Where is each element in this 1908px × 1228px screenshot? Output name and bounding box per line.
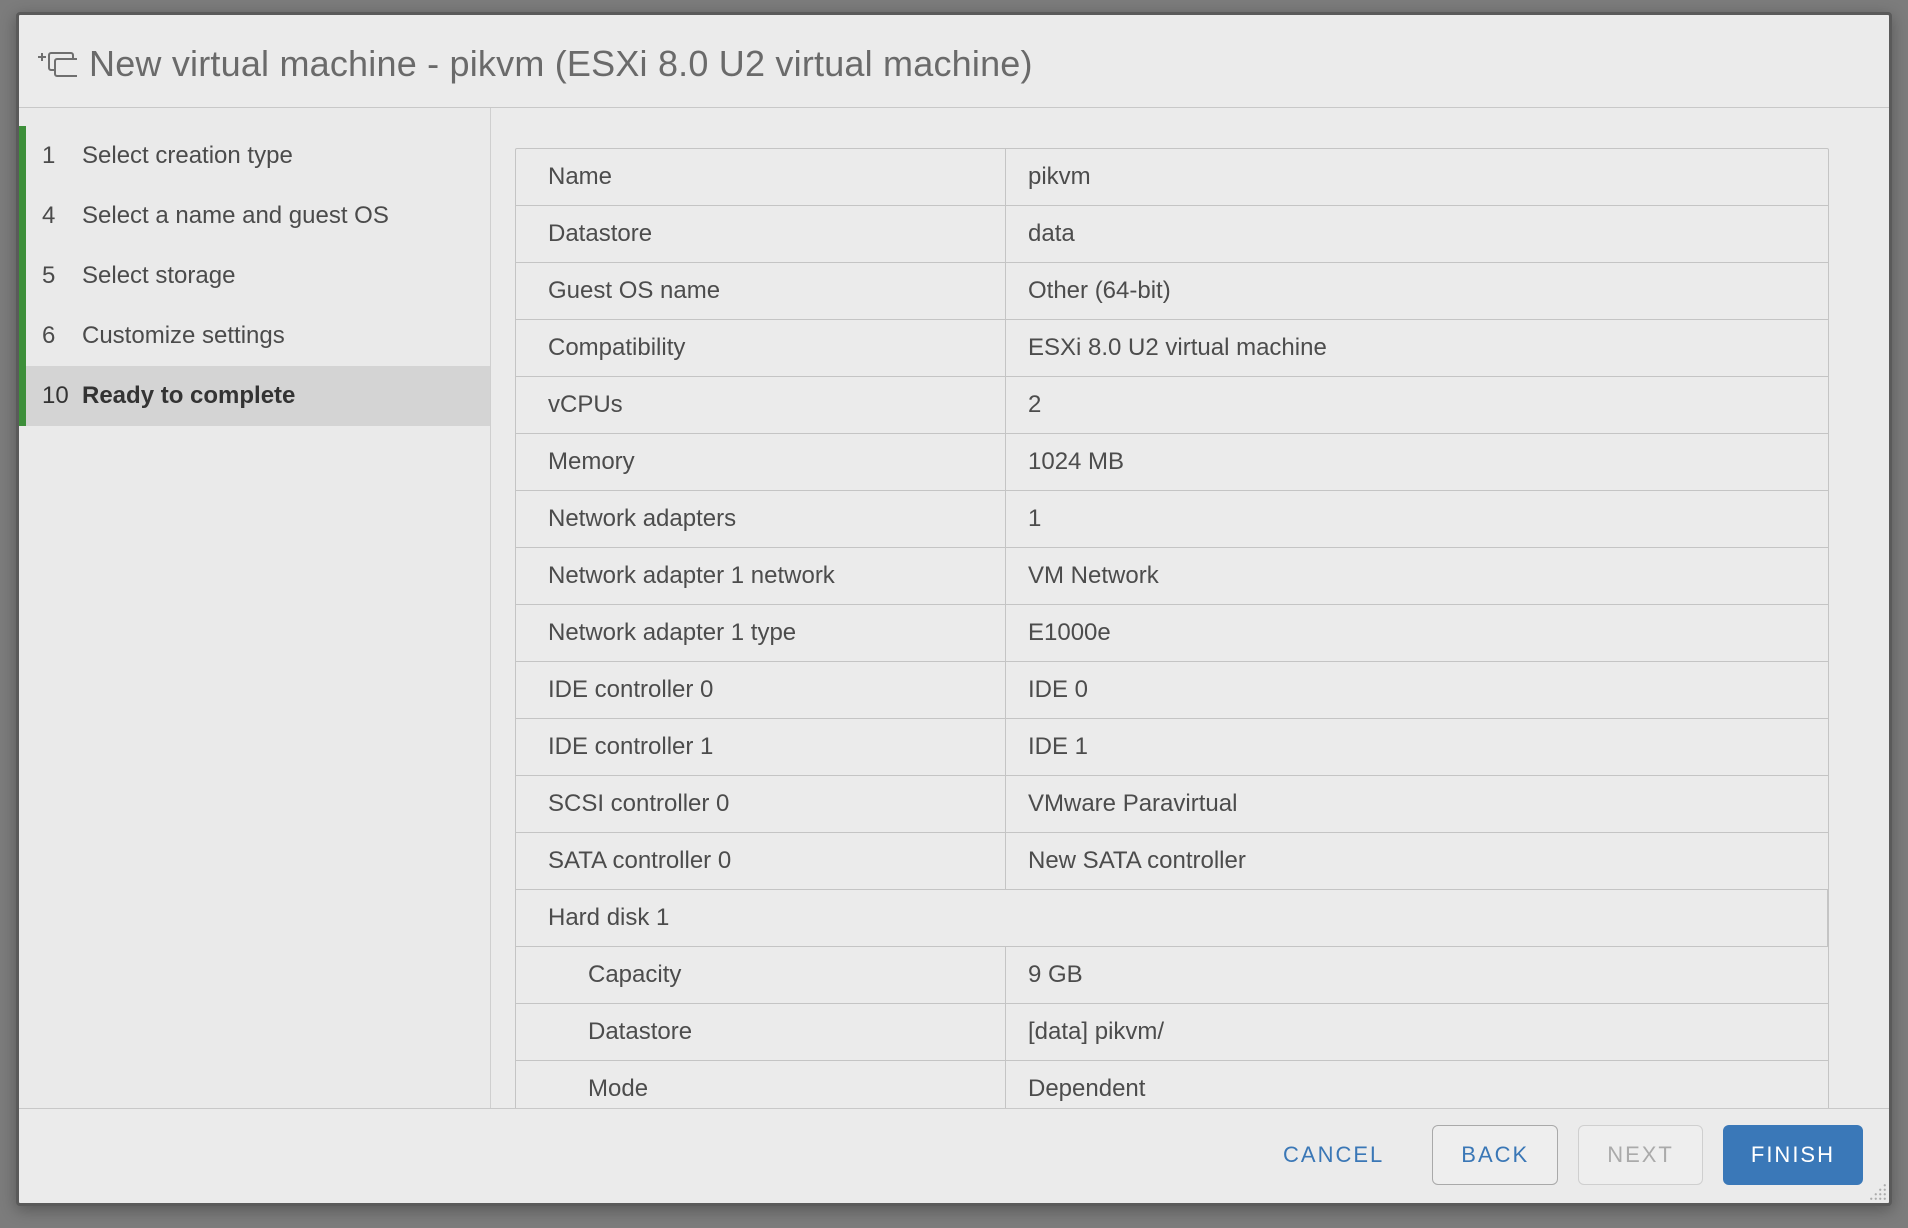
summary-value: New SATA controller bbox=[1006, 833, 1828, 889]
summary-key: SATA controller 0 bbox=[516, 833, 1006, 889]
cancel-button[interactable]: CANCEL bbox=[1255, 1125, 1412, 1185]
wizard-step-number: 1 bbox=[42, 142, 82, 170]
summary-value: pikvm bbox=[1006, 149, 1828, 205]
summary-key: IDE controller 0 bbox=[516, 662, 1006, 718]
summary-key: Memory bbox=[516, 434, 1006, 490]
summary-value: VMware Paravirtual bbox=[1006, 776, 1828, 832]
summary-value: Dependent bbox=[1006, 1061, 1828, 1108]
summary-key: Name bbox=[516, 149, 1006, 205]
summary-key: Network adapter 1 network bbox=[516, 548, 1006, 604]
summary-key: Network adapter 1 type bbox=[516, 605, 1006, 661]
wizard-step[interactable]: 4Select a name and guest OS bbox=[19, 186, 490, 246]
wizard-step-label: Select storage bbox=[82, 262, 235, 290]
summary-value: 1024 MB bbox=[1006, 434, 1828, 490]
summary-key: Compatibility bbox=[516, 320, 1006, 376]
summary-key: Mode bbox=[516, 1061, 1006, 1108]
wizard-step-number: 5 bbox=[42, 262, 82, 290]
summary-row: Capacity9 GB bbox=[516, 947, 1828, 1004]
wizard-step[interactable]: 10Ready to complete bbox=[19, 366, 490, 426]
summary-row: SCSI controller 0VMware Paravirtual bbox=[516, 776, 1828, 833]
summary-value: Other (64-bit) bbox=[1006, 263, 1828, 319]
summary-value: 1 bbox=[1006, 491, 1828, 547]
dialog-header: New virtual machine - pikvm (ESXi 8.0 U2… bbox=[19, 15, 1889, 108]
wizard-step-number: 6 bbox=[42, 322, 82, 350]
wizard-step-number: 4 bbox=[42, 202, 82, 230]
summary-value: [data] pikvm/ bbox=[1006, 1004, 1828, 1060]
wizard-step[interactable]: 6Customize settings bbox=[19, 306, 490, 366]
summary-key: vCPUs bbox=[516, 377, 1006, 433]
summary-row: Network adapters1 bbox=[516, 491, 1828, 548]
summary-table: NamepikvmDatastoredataGuest OS nameOther… bbox=[515, 148, 1829, 1108]
summary-value: data bbox=[1006, 206, 1828, 262]
summary-value: 9 GB bbox=[1006, 947, 1828, 1003]
wizard-content: NamepikvmDatastoredataGuest OS nameOther… bbox=[491, 108, 1889, 1108]
wizard-step[interactable]: 1Select creation type bbox=[19, 126, 490, 186]
summary-key: Datastore bbox=[516, 1004, 1006, 1060]
back-button[interactable]: BACK bbox=[1432, 1125, 1558, 1185]
summary-value: 2 bbox=[1006, 377, 1828, 433]
summary-row: CompatibilityESXi 8.0 U2 virtual machine bbox=[516, 320, 1828, 377]
summary-value: E1000e bbox=[1006, 605, 1828, 661]
dialog-footer: CANCEL BACK NEXT FINISH bbox=[19, 1108, 1889, 1203]
summary-row: IDE controller 0IDE 0 bbox=[516, 662, 1828, 719]
summary-row: SATA controller 0New SATA controller bbox=[516, 833, 1828, 890]
summary-key: Guest OS name bbox=[516, 263, 1006, 319]
new-vm-icon bbox=[37, 47, 77, 81]
summary-key: Datastore bbox=[516, 206, 1006, 262]
summary-row: Memory1024 MB bbox=[516, 434, 1828, 491]
summary-value: VM Network bbox=[1006, 548, 1828, 604]
summary-row: vCPUs2 bbox=[516, 377, 1828, 434]
wizard-step-label: Customize settings bbox=[82, 322, 285, 350]
dialog-title: New virtual machine - pikvm (ESXi 8.0 U2… bbox=[89, 43, 1033, 85]
dialog-backdrop: New virtual machine - pikvm (ESXi 8.0 U2… bbox=[0, 0, 1908, 1228]
summary-row: Datastore[data] pikvm/ bbox=[516, 1004, 1828, 1061]
summary-row: Network adapter 1 networkVM Network bbox=[516, 548, 1828, 605]
summary-key: Network adapters bbox=[516, 491, 1006, 547]
wizard-sidebar: 1Select creation type4Select a name and … bbox=[19, 108, 491, 1108]
summary-row: ModeDependent bbox=[516, 1061, 1828, 1108]
summary-row: IDE controller 1IDE 1 bbox=[516, 719, 1828, 776]
summary-row: Network adapter 1 typeE1000e bbox=[516, 605, 1828, 662]
finish-button[interactable]: FINISH bbox=[1723, 1125, 1863, 1185]
summary-value: ESXi 8.0 U2 virtual machine bbox=[1006, 320, 1828, 376]
summary-key: Capacity bbox=[516, 947, 1006, 1003]
summary-value: IDE 0 bbox=[1006, 662, 1828, 718]
wizard-step-label: Select a name and guest OS bbox=[82, 202, 389, 230]
summary-row: Datastoredata bbox=[516, 206, 1828, 263]
summary-row: Namepikvm bbox=[516, 149, 1828, 206]
wizard-step-label: Ready to complete bbox=[82, 382, 295, 410]
summary-key: IDE controller 1 bbox=[516, 719, 1006, 775]
summary-key: SCSI controller 0 bbox=[516, 776, 1006, 832]
wizard-step-number: 10 bbox=[42, 382, 82, 410]
wizard-step[interactable]: 5Select storage bbox=[19, 246, 490, 306]
next-button: NEXT bbox=[1578, 1125, 1703, 1185]
dialog-body: 1Select creation type4Select a name and … bbox=[19, 108, 1889, 1108]
summary-key: Hard disk 1 bbox=[516, 890, 1828, 946]
wizard-step-label: Select creation type bbox=[82, 142, 293, 170]
summary-value: IDE 1 bbox=[1006, 719, 1828, 775]
summary-row: Hard disk 1 bbox=[516, 890, 1828, 947]
summary-row: Guest OS nameOther (64-bit) bbox=[516, 263, 1828, 320]
new-vm-dialog: New virtual machine - pikvm (ESXi 8.0 U2… bbox=[16, 12, 1892, 1206]
